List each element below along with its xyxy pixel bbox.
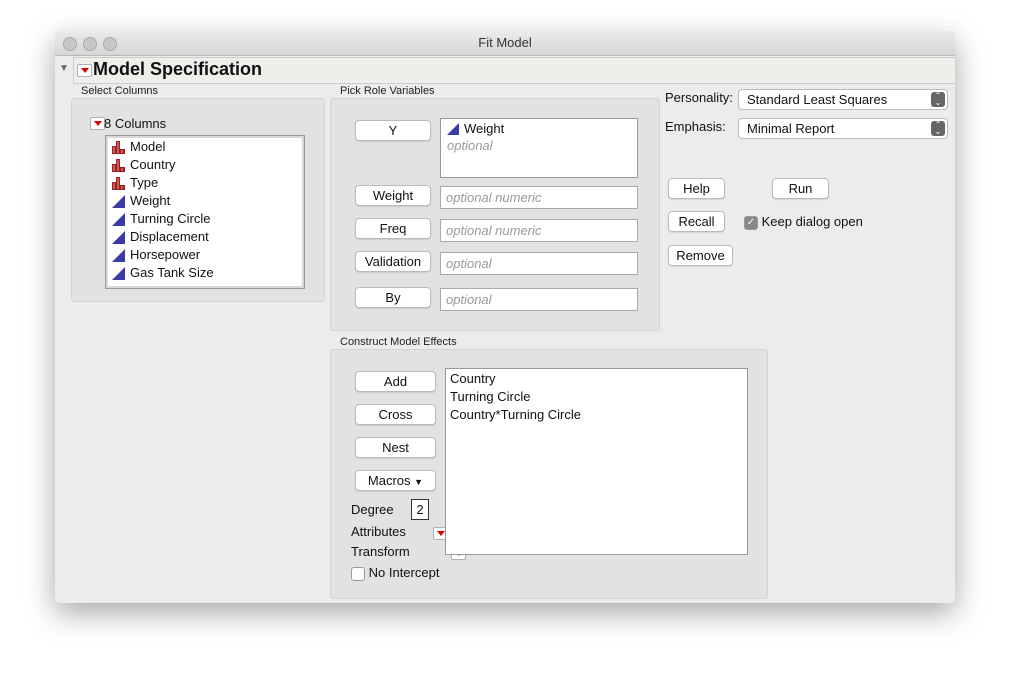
personality-value: Standard Least Squares <box>747 92 888 107</box>
cross-button[interactable]: Cross <box>355 404 436 425</box>
continuous-icon <box>112 248 125 262</box>
column-name: Model <box>130 139 166 154</box>
checkmark-icon: ✓ <box>744 215 758 230</box>
columns-menu-icon[interactable] <box>90 117 105 130</box>
no-intercept-checkbox[interactable]: No Intercept <box>351 565 439 581</box>
personality-select[interactable]: Standard Least Squares ⌃ ⌄ <box>738 89 948 110</box>
help-button[interactable]: Help <box>668 178 725 199</box>
continuous-icon <box>447 123 459 135</box>
add-button[interactable]: Add <box>355 371 436 392</box>
nominal-icon <box>112 140 125 154</box>
select-arrows-icon: ⌃ ⌄ <box>931 121 945 136</box>
model-effects-list[interactable]: Country Turning Circle Country*Turning Cir… <box>445 368 748 555</box>
column-item[interactable]: Type <box>106 174 304 192</box>
y-placeholder: optional <box>447 138 493 153</box>
nominal-icon <box>112 176 125 190</box>
emphasis-select[interactable]: Minimal Report ⌃ ⌄ <box>738 118 948 139</box>
macros-button[interactable]: Macros ▼ <box>355 470 436 491</box>
degree-label: Degree <box>351 502 394 517</box>
close-window-button[interactable] <box>63 37 77 51</box>
column-item[interactable]: Weight <box>106 192 304 210</box>
column-name: Weight <box>130 193 171 208</box>
column-item[interactable]: Country <box>106 156 304 174</box>
section-title: Model Specification <box>93 59 263 79</box>
column-name: Displacement <box>130 229 209 244</box>
freq-role-field[interactable]: optional numeric <box>440 219 638 242</box>
y-role-button[interactable]: Y <box>355 120 431 141</box>
fit-model-window: Fit Model ▼ Model Specification Select C… <box>55 31 955 603</box>
nominal-icon <box>112 158 125 172</box>
continuous-icon <box>112 212 125 226</box>
remove-button[interactable]: Remove <box>668 245 733 266</box>
weight-role-button[interactable]: Weight <box>355 185 431 206</box>
personality-label: Personality: <box>665 90 733 105</box>
checkbox-icon <box>351 566 365 581</box>
y-role-list[interactable]: Weight optional <box>440 118 638 178</box>
freq-role-button[interactable]: Freq <box>355 218 431 239</box>
select-columns-label: Select Columns <box>81 85 159 97</box>
columns-list[interactable]: Model Country Type Weight Turning Circle Disp… <box>105 135 305 289</box>
column-item[interactable]: Horsepower <box>106 246 304 264</box>
keep-dialog-open-checkbox[interactable]: ✓ Keep dialog open <box>744 214 863 230</box>
weight-role-field[interactable]: optional numeric <box>440 186 638 209</box>
macros-label: Macros <box>367 473 411 488</box>
no-intercept-label: No Intercept <box>368 565 440 580</box>
emphasis-value: Minimal Report <box>747 121 835 136</box>
model-specification-header: Model Specification <box>73 57 955 84</box>
columns-count: 8 Columns <box>104 116 167 131</box>
run-button[interactable]: Run <box>772 178 829 199</box>
column-name: Country <box>130 157 176 172</box>
column-item[interactable]: Gas Tank Size <box>106 264 304 282</box>
degree-input[interactable]: 2 <box>411 499 429 520</box>
by-role-field[interactable]: optional <box>440 288 638 311</box>
red-triangle-menu-icon[interactable] <box>77 64 92 77</box>
continuous-icon <box>112 194 125 208</box>
continuous-icon <box>112 230 125 244</box>
keep-dialog-open-label: Keep dialog open <box>761 214 863 229</box>
dropdown-arrow-icon: ▼ <box>414 477 424 487</box>
validation-role-field[interactable]: optional <box>440 252 638 275</box>
y-value: Weight <box>464 121 505 136</box>
zoom-window-button[interactable] <box>103 37 117 51</box>
effect-item[interactable]: Country*Turning Circle <box>446 406 747 424</box>
window-title: Fit Model <box>478 35 532 50</box>
disclosure-triangle-icon[interactable]: ▼ <box>59 63 69 74</box>
continuous-icon <box>112 266 125 280</box>
minimize-window-button[interactable] <box>83 37 97 51</box>
emphasis-label: Emphasis: <box>665 119 726 134</box>
select-arrows-icon: ⌃ ⌄ <box>931 92 945 107</box>
effect-item[interactable]: Turning Circle <box>446 388 747 406</box>
attributes-label: Attributes <box>351 524 406 539</box>
effect-item[interactable]: Country <box>446 370 747 388</box>
validation-role-button[interactable]: Validation <box>355 251 431 272</box>
column-name: Horsepower <box>130 247 201 262</box>
pick-role-label: Pick Role Variables <box>340 85 435 97</box>
nest-button[interactable]: Nest <box>355 437 436 458</box>
column-item[interactable]: Model <box>106 138 304 156</box>
title-bar: Fit Model <box>55 31 955 56</box>
column-name: Type <box>130 175 159 190</box>
column-item[interactable]: Turning Circle <box>106 210 304 228</box>
column-name: Turning Circle <box>130 211 211 226</box>
recall-button[interactable]: Recall <box>668 211 725 232</box>
transform-label: Transform <box>351 544 410 559</box>
construct-effects-label: Construct Model Effects <box>340 336 457 348</box>
column-name: Gas Tank Size <box>130 265 214 280</box>
column-item[interactable]: Displacement <box>106 228 304 246</box>
by-role-button[interactable]: By <box>355 287 431 308</box>
